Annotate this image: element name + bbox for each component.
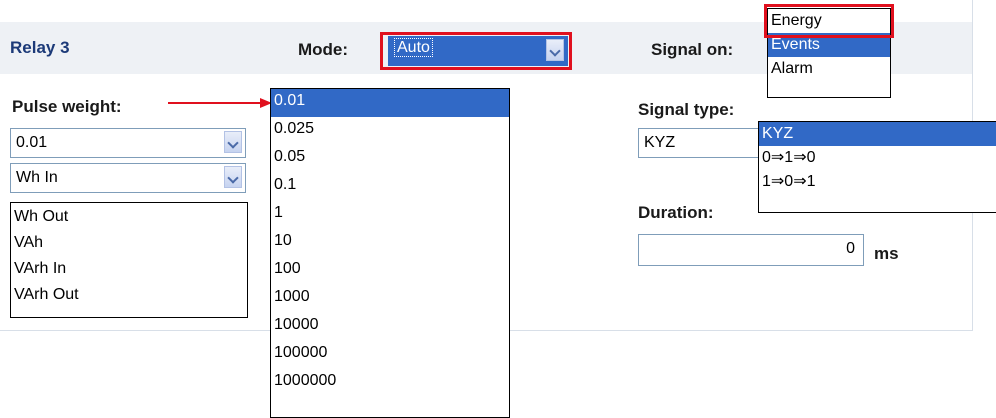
signal-type-label: Signal type: xyxy=(638,100,735,119)
mode-dropdown-arrow-icon[interactable] xyxy=(546,39,564,61)
energy-unit-select[interactable]: Wh In xyxy=(10,163,246,193)
energy-unit-list[interactable]: Wh Out VAh VArh In VArh Out xyxy=(10,202,248,318)
energy-unit-dropdown-arrow-icon[interactable] xyxy=(224,166,242,188)
duration-input-value: 0 xyxy=(846,240,855,257)
pulse-weight-option[interactable]: 10 xyxy=(271,229,509,257)
pulse-weight-dropdown-arrow-icon[interactable] xyxy=(224,131,242,153)
energy-unit-option[interactable]: VAh xyxy=(11,231,247,257)
signal-type-select[interactable]: KYZ xyxy=(638,128,762,158)
pulse-weight-option[interactable]: 100 xyxy=(271,257,509,285)
relay-title: Relay 3 xyxy=(10,38,70,57)
signal-on-label: Signal on: xyxy=(651,40,734,59)
mode-select-value: Auto xyxy=(394,38,433,57)
pulse-weight-option[interactable]: 1000000 xyxy=(271,369,509,397)
pulse-weight-option[interactable]: 1 xyxy=(271,201,509,229)
duration-label: Duration: xyxy=(638,203,714,222)
mode-label: Mode: xyxy=(298,40,349,59)
signal-on-callout-box xyxy=(764,4,894,38)
signal-type-list[interactable]: KYZ 0⇒1⇒0 1⇒0⇒1 xyxy=(758,121,996,213)
pulse-weight-option[interactable]: 0.01 xyxy=(271,89,509,117)
signal-type-option[interactable]: KYZ xyxy=(759,122,996,146)
pulse-weight-option[interactable]: 100000 xyxy=(271,341,509,369)
pulse-weight-select[interactable]: 0.01 xyxy=(10,128,246,158)
signal-type-option[interactable]: 0⇒1⇒0 xyxy=(759,146,996,170)
mode-select[interactable]: Auto xyxy=(388,36,568,66)
energy-unit-option[interactable]: VArh Out xyxy=(11,283,247,309)
pulse-weight-select-value: 0.01 xyxy=(16,134,48,151)
signal-on-option[interactable]: Alarm xyxy=(768,57,890,81)
pulse-weight-label: Pulse weight: xyxy=(12,97,122,116)
signal-type-select-value: KYZ xyxy=(644,134,676,151)
energy-unit-select-value: Wh In xyxy=(16,169,58,186)
duration-unit: ms xyxy=(874,244,899,263)
pulse-weight-option[interactable]: 10000 xyxy=(271,313,509,341)
energy-unit-option[interactable]: VArh In xyxy=(11,257,247,283)
signal-type-option[interactable]: 1⇒0⇒1 xyxy=(759,170,996,194)
pulse-weight-option[interactable]: 0.05 xyxy=(271,145,509,173)
energy-unit-option[interactable]: Wh Out xyxy=(11,205,247,231)
pointer-arrow-icon xyxy=(168,98,272,108)
pulse-weight-list[interactable]: 0.01 0.025 0.05 0.1 1 10 100 1000 10000 … xyxy=(270,88,510,418)
pulse-weight-option[interactable]: 1000 xyxy=(271,285,509,313)
duration-input[interactable]: 0 xyxy=(638,234,864,266)
pulse-weight-option[interactable]: 0.025 xyxy=(271,117,509,145)
pulse-weight-option[interactable]: 0.1 xyxy=(271,173,509,201)
